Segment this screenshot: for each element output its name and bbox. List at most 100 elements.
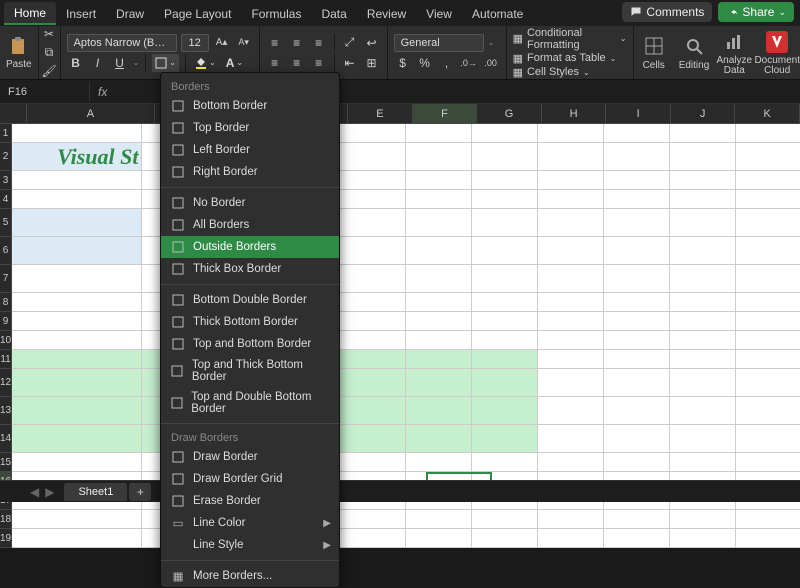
cell-K8[interactable] bbox=[736, 293, 800, 312]
row-header-13[interactable]: 13 bbox=[0, 397, 12, 425]
chevron-down-icon[interactable]: ⌄ bbox=[488, 38, 495, 47]
cell-F2[interactable] bbox=[406, 143, 472, 171]
cell-G6[interactable] bbox=[472, 237, 538, 265]
menu-item-line-color[interactable]: ▭ Line Color ▶ bbox=[161, 512, 339, 534]
cell-H12[interactable] bbox=[538, 369, 604, 397]
cell-E10[interactable] bbox=[340, 331, 406, 350]
tab-formulas[interactable]: Formulas bbox=[241, 3, 311, 24]
col-header-I[interactable]: I bbox=[606, 104, 671, 123]
cell-E12[interactable] bbox=[340, 369, 406, 397]
row-header-14[interactable]: 14 bbox=[0, 425, 12, 453]
cell-I5[interactable] bbox=[604, 209, 670, 237]
wrap-text-icon[interactable]: ↩ bbox=[363, 34, 381, 52]
tab-data[interactable]: Data bbox=[311, 3, 356, 24]
cell-H10[interactable] bbox=[538, 331, 604, 350]
select-all-corner[interactable] bbox=[0, 104, 27, 123]
cell-F4[interactable] bbox=[406, 190, 472, 209]
cell-K4[interactable] bbox=[736, 190, 800, 209]
align-center-icon[interactable]: ≡ bbox=[288, 54, 306, 72]
cell-I19[interactable] bbox=[604, 529, 670, 548]
cell-G13[interactable] bbox=[472, 397, 538, 425]
cell-G11[interactable] bbox=[472, 350, 538, 369]
cell-E18[interactable] bbox=[340, 510, 406, 529]
cell-G10[interactable] bbox=[472, 331, 538, 350]
cut-icon[interactable]: ✂ bbox=[40, 27, 58, 41]
menu-item-left-border[interactable]: Left Border bbox=[161, 139, 339, 161]
cell-H1[interactable] bbox=[538, 124, 604, 143]
col-header-K[interactable]: K bbox=[735, 104, 800, 123]
format-as-table-button[interactable]: ▦ Format as Table ⌄ bbox=[513, 52, 627, 65]
number-format-select[interactable]: General bbox=[394, 34, 484, 52]
cell-F9[interactable] bbox=[406, 312, 472, 331]
cell-F14[interactable] bbox=[406, 425, 472, 453]
cell-K19[interactable] bbox=[736, 529, 800, 548]
align-right-icon[interactable]: ≡ bbox=[310, 54, 328, 72]
menu-item-line-style[interactable]: Line Style ▶ bbox=[161, 534, 339, 556]
cell-H14[interactable] bbox=[538, 425, 604, 453]
cell-I11[interactable] bbox=[604, 350, 670, 369]
cell-J10[interactable] bbox=[670, 331, 736, 350]
menu-item-more-borders[interactable]: ▦ More Borders... bbox=[161, 565, 339, 587]
cell-A11[interactable] bbox=[12, 350, 142, 369]
menu-item-right-border[interactable]: Right Border bbox=[161, 161, 339, 183]
col-header-H[interactable]: H bbox=[542, 104, 607, 123]
cell-J12[interactable] bbox=[670, 369, 736, 397]
document-cloud-button[interactable]: Document Cloud bbox=[754, 26, 800, 79]
cell-E14[interactable] bbox=[340, 425, 406, 453]
cell-I6[interactable] bbox=[604, 237, 670, 265]
row-header-3[interactable]: 3 bbox=[0, 171, 12, 190]
row-header-15[interactable]: 15 bbox=[0, 453, 12, 472]
tab-home[interactable]: Home bbox=[4, 2, 56, 25]
underline-button[interactable]: U bbox=[111, 54, 129, 72]
cell-H19[interactable] bbox=[538, 529, 604, 548]
cell-I13[interactable] bbox=[604, 397, 670, 425]
cell-J5[interactable] bbox=[670, 209, 736, 237]
cell-H11[interactable] bbox=[538, 350, 604, 369]
menu-item-top-border[interactable]: Top Border bbox=[161, 117, 339, 139]
currency-icon[interactable]: $ bbox=[394, 54, 412, 72]
cell-A7[interactable] bbox=[12, 265, 142, 293]
cell-I4[interactable] bbox=[604, 190, 670, 209]
col-header-G[interactable]: G bbox=[477, 104, 542, 123]
row-header-2[interactable]: 2 bbox=[0, 143, 12, 171]
cell-E3[interactable] bbox=[340, 171, 406, 190]
cell-J13[interactable] bbox=[670, 397, 736, 425]
cell-K2[interactable] bbox=[736, 143, 800, 171]
cell-I8[interactable] bbox=[604, 293, 670, 312]
name-box[interactable]: F16 bbox=[0, 83, 90, 101]
cell-J3[interactable] bbox=[670, 171, 736, 190]
menu-item-top-and-double-bottom-border[interactable]: Top and Double Bottom Border bbox=[161, 387, 339, 419]
cell-F15[interactable] bbox=[406, 453, 472, 472]
merge-cells-icon[interactable]: ⊞ bbox=[363, 54, 381, 72]
nav-first-icon[interactable]: ◀ bbox=[30, 485, 39, 499]
menu-item-outside-borders[interactable]: Outside Borders bbox=[161, 236, 339, 258]
fill-color-button[interactable]: ⌄ bbox=[192, 54, 219, 72]
cell-J7[interactable] bbox=[670, 265, 736, 293]
row-header-6[interactable]: 6 bbox=[0, 237, 12, 265]
decrease-font-icon[interactable]: A▾ bbox=[235, 34, 253, 52]
cell-K1[interactable] bbox=[736, 124, 800, 143]
row-header-4[interactable]: 4 bbox=[0, 190, 12, 209]
cell-A6[interactable] bbox=[12, 237, 142, 265]
cell-I15[interactable] bbox=[604, 453, 670, 472]
cell-E5[interactable] bbox=[340, 209, 406, 237]
cell-E8[interactable] bbox=[340, 293, 406, 312]
cell-F5[interactable] bbox=[406, 209, 472, 237]
cell-A10[interactable] bbox=[12, 331, 142, 350]
cell-A1[interactable] bbox=[12, 124, 142, 143]
cell-F10[interactable] bbox=[406, 331, 472, 350]
increase-decimal-icon[interactable]: .0→ bbox=[460, 54, 478, 72]
cell-A15[interactable] bbox=[12, 453, 142, 472]
cell-G4[interactable] bbox=[472, 190, 538, 209]
cell-I18[interactable] bbox=[604, 510, 670, 529]
row-header-8[interactable]: 8 bbox=[0, 293, 12, 312]
add-sheet-button[interactable]: + bbox=[129, 483, 151, 501]
fx-icon[interactable]: fx bbox=[90, 85, 115, 99]
col-header-E[interactable]: E bbox=[348, 104, 413, 123]
col-header-F[interactable]: F bbox=[413, 104, 478, 123]
tab-page-layout[interactable]: Page Layout bbox=[154, 3, 241, 24]
cell-I2[interactable] bbox=[604, 143, 670, 171]
cell-F19[interactable] bbox=[406, 529, 472, 548]
align-left-icon[interactable]: ≡ bbox=[266, 54, 284, 72]
cell-A18[interactable] bbox=[12, 510, 142, 529]
